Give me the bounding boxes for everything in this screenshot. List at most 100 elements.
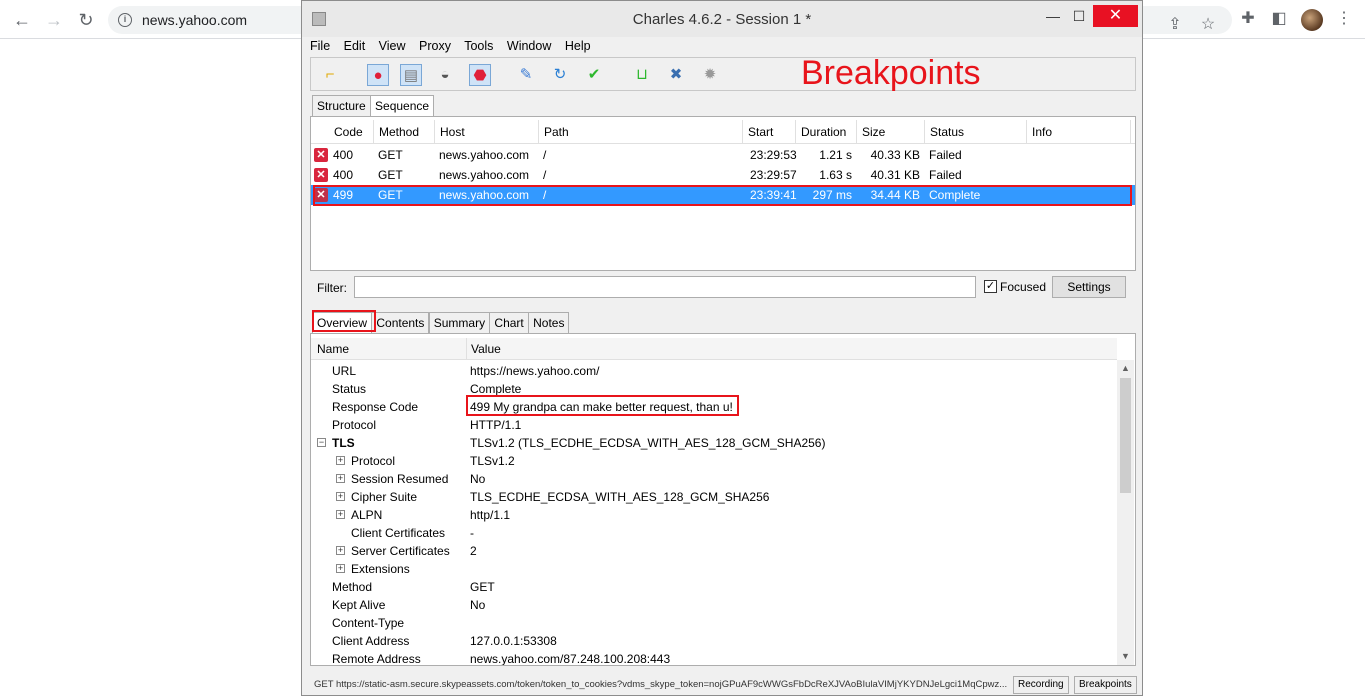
detail-row[interactable]: Content-Type [311, 614, 1117, 632]
overview-panel: Name Value URL https://news.yahoo.com/ S… [310, 333, 1136, 666]
recording-button[interactable]: Recording [1013, 676, 1069, 694]
selected-row-highlight [313, 185, 1132, 206]
col-host[interactable]: Host [435, 120, 539, 144]
expand-icon[interactable]: + [336, 546, 345, 555]
detail-row[interactable]: + Protocol TLSv1.2 [311, 452, 1117, 470]
menu-edit[interactable]: Edit [344, 39, 366, 53]
header-divider [466, 338, 467, 360]
profile-avatar[interactable] [1301, 9, 1323, 31]
address-bar[interactable]: i news.yahoo.com [108, 6, 308, 34]
repeat-icon[interactable]: ↻ [549, 64, 571, 86]
clear-session-broom-icon[interactable]: ⌐ [319, 64, 341, 86]
detail-row[interactable]: − TLS TLSv1.2 (TLS_ECDHE_ECDSA_WITH_AES_… [311, 434, 1117, 452]
overview-header: Name Value [311, 338, 1117, 360]
value-header: Value [471, 342, 501, 356]
focused-checkbox[interactable]: ✓ [984, 280, 997, 293]
menu-view[interactable]: View [379, 39, 406, 53]
compose-pen-icon[interactable]: ✎ [515, 64, 537, 86]
share-icon[interactable]: ⇪ [1164, 14, 1186, 36]
detail-row[interactable]: Client Certificates - [311, 524, 1117, 542]
detail-row[interactable]: Client Address 127.0.0.1:53308 [311, 632, 1117, 650]
tab-summary[interactable]: Summary [428, 312, 491, 334]
detail-name: Kept Alive [332, 598, 386, 612]
col-status[interactable]: Status [925, 120, 1027, 144]
bookmark-star-icon[interactable]: ☆ [1197, 14, 1219, 36]
cell-size: 40.33 KB [870, 148, 920, 162]
detail-row[interactable]: Protocol HTTP/1.1 [311, 416, 1117, 434]
detail-name: Status [332, 382, 367, 396]
forward-arrow-icon[interactable]: → [42, 8, 66, 32]
detail-name: Session Resumed [351, 472, 449, 486]
menu-help[interactable]: Help [565, 39, 591, 53]
col-code[interactable]: Code [329, 120, 374, 144]
detail-row[interactable]: + ALPN http/1.1 [311, 506, 1117, 524]
throttle-icon[interactable]: ▤ [400, 64, 422, 86]
menu-proxy[interactable]: Proxy [419, 39, 451, 53]
table-header: Code Method Host Path Start Duration Siz… [311, 120, 1135, 144]
scroll-down-arrow-icon[interactable]: ▼ [1117, 648, 1134, 664]
expand-icon[interactable]: + [336, 492, 345, 501]
breakpoints-button[interactable]: Breakpoints [1074, 676, 1137, 694]
settings-gear-icon[interactable]: ✹ [699, 64, 721, 86]
detail-value: TLSv1.2 (TLS_ECDHE_ECDSA_WITH_AES_128_GC… [470, 436, 826, 450]
cell-size: 40.31 KB [870, 168, 920, 182]
col-duration[interactable]: Duration [796, 120, 857, 144]
reload-icon[interactable]: ↻ [74, 8, 98, 32]
menu-window[interactable]: Window [507, 39, 551, 53]
site-info-icon[interactable]: i [118, 13, 132, 27]
col-method[interactable]: Method [374, 120, 435, 144]
detail-row[interactable]: Method GET [311, 578, 1117, 596]
menu-tools[interactable]: Tools [464, 39, 493, 53]
tab-structure[interactable]: Structure [312, 95, 371, 117]
turtle-icon[interactable]: ◒ [434, 64, 456, 86]
vertical-scrollbar[interactable]: ▲ ▼ [1117, 360, 1134, 665]
scroll-up-arrow-icon[interactable]: ▲ [1117, 360, 1134, 376]
detail-row[interactable]: + Cipher Suite TLS_ECDHE_ECDSA_WITH_AES_… [311, 488, 1117, 506]
detail-value: TLS_ECDHE_ECDSA_WITH_AES_128_GCM_SHA256 [470, 490, 770, 504]
breakpoints-stop-icon[interactable]: ⬣ [469, 64, 491, 86]
close-button[interactable]: ✕ [1093, 5, 1138, 27]
error-icon: ✕ [314, 148, 328, 162]
collapse-icon[interactable]: − [317, 438, 326, 447]
tab-notes[interactable]: Notes [528, 312, 570, 334]
tab-contents[interactable]: Contents [371, 312, 430, 334]
sequence-table: Code Method Host Path Start Duration Siz… [310, 116, 1136, 271]
tools-icon[interactable]: ✖ [665, 64, 687, 86]
cell-code: 400 [333, 148, 354, 162]
browser-menu-icon[interactable]: ⋮ [1333, 8, 1355, 30]
cell-host: news.yahoo.com [439, 148, 530, 162]
detail-row[interactable]: + Server Certificates 2 [311, 542, 1117, 560]
cell-duration: 1.21 s [819, 148, 852, 162]
detail-row[interactable]: URL https://news.yahoo.com/ [311, 362, 1117, 380]
breakpoints-annotation: Breakpoints [801, 54, 981, 92]
col-path[interactable]: Path [539, 120, 743, 144]
expand-icon[interactable]: + [336, 474, 345, 483]
back-arrow-icon[interactable]: ← [10, 8, 34, 32]
side-panel-icon[interactable]: ◧ [1268, 8, 1290, 30]
validate-check-icon[interactable]: ✔ [583, 64, 605, 86]
tab-sequence[interactable]: Sequence [370, 95, 435, 117]
detail-name: Server Certificates [351, 544, 450, 558]
extensions-puzzle-icon[interactable]: ✚ [1237, 8, 1259, 30]
expand-icon[interactable]: + [336, 510, 345, 519]
col-info[interactable]: Info [1027, 120, 1131, 144]
scroll-thumb[interactable] [1120, 378, 1131, 493]
col-start[interactable]: Start [743, 120, 796, 144]
detail-row[interactable]: + Extensions [311, 560, 1117, 578]
shopping-basket-icon[interactable]: ⊔ [631, 64, 653, 86]
filter-input[interactable] [354, 276, 976, 298]
detail-row[interactable]: + Session Resumed No [311, 470, 1117, 488]
cell-method: GET [378, 148, 403, 162]
table-row[interactable]: ✕ 400 GET news.yahoo.com / 23:29:57 1.63… [311, 165, 1135, 185]
detail-row[interactable]: Kept Alive No [311, 596, 1117, 614]
expand-icon[interactable]: + [336, 564, 345, 573]
table-row[interactable]: ✕ 400 GET news.yahoo.com / 23:29:53 1.21… [311, 145, 1135, 165]
tab-chart[interactable]: Chart [489, 312, 529, 334]
menu-file[interactable]: File [310, 39, 330, 53]
address-bar-end[interactable]: ⇪ ☆ [1142, 6, 1232, 34]
col-size[interactable]: Size [857, 120, 925, 144]
record-icon[interactable]: ● [367, 64, 389, 86]
settings-button[interactable]: Settings [1052, 276, 1126, 298]
detail-row[interactable]: Remote Address news.yahoo.com/87.248.100… [311, 650, 1117, 665]
expand-icon[interactable]: + [336, 456, 345, 465]
